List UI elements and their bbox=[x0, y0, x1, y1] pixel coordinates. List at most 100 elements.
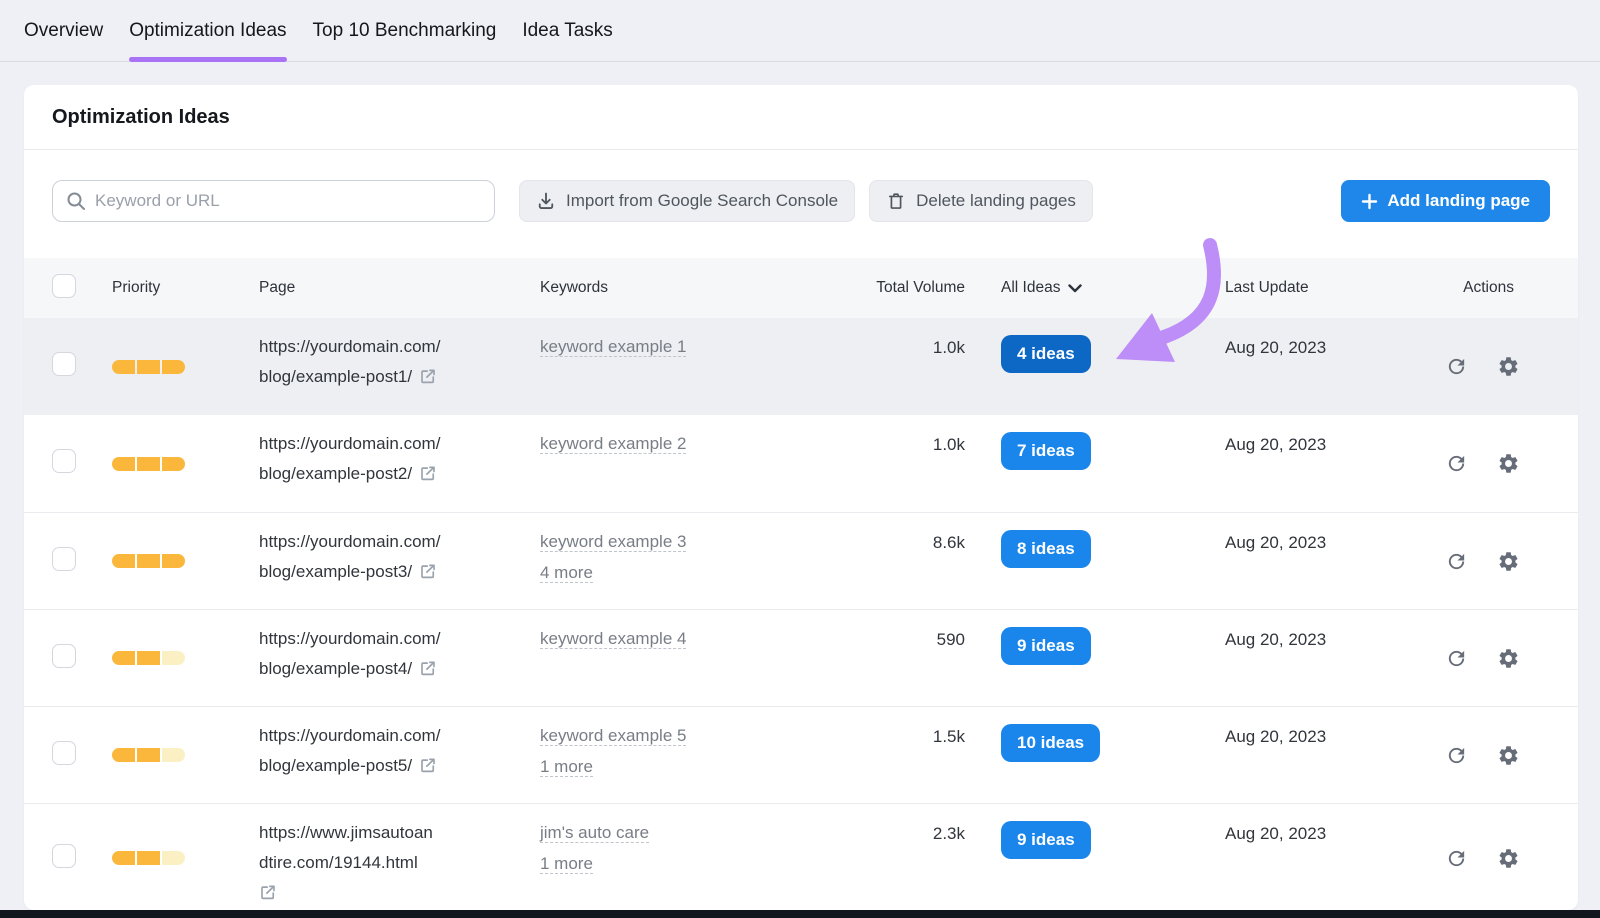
import-gsc-button[interactable]: Import from Google Search Console bbox=[519, 180, 855, 222]
ideas-button[interactable]: 9 ideas bbox=[1001, 821, 1091, 859]
more-keywords-link[interactable]: 4 more bbox=[540, 563, 593, 583]
tab-top10-benchmarking[interactable]: Top 10 Benchmarking bbox=[313, 0, 497, 61]
row-checkbox[interactable] bbox=[52, 449, 76, 473]
trash-icon bbox=[886, 191, 906, 211]
search-box bbox=[52, 180, 495, 222]
table-row: https://www.jimsautoan dtire.com/19144.h… bbox=[24, 803, 1578, 910]
keyword-link[interactable]: keyword example 4 bbox=[540, 629, 686, 649]
settings-button[interactable] bbox=[1497, 452, 1520, 475]
refresh-button[interactable] bbox=[1445, 355, 1468, 378]
priority-segment bbox=[137, 851, 160, 865]
row-checkbox[interactable] bbox=[52, 741, 76, 765]
last-update: Aug 20, 2023 bbox=[1225, 318, 1410, 358]
refresh-button[interactable] bbox=[1445, 744, 1468, 767]
ideas-button[interactable]: 4 ideas bbox=[1001, 335, 1091, 373]
last-update: Aug 20, 2023 bbox=[1225, 415, 1410, 455]
keyword-link[interactable]: jim's auto care bbox=[540, 823, 649, 843]
tab-overview[interactable]: Overview bbox=[24, 0, 103, 61]
last-update: Aug 20, 2023 bbox=[1225, 707, 1410, 747]
external-link-icon[interactable] bbox=[419, 756, 437, 774]
refresh-button[interactable] bbox=[1445, 647, 1468, 670]
keywords-cell: keyword example 5 1 more bbox=[540, 707, 790, 783]
refresh-icon bbox=[1445, 847, 1468, 870]
total-volume: 1.0k bbox=[790, 415, 965, 455]
ideas-button[interactable]: 8 ideas bbox=[1001, 530, 1091, 568]
add-landing-page-label: Add landing page bbox=[1387, 191, 1530, 211]
delete-landing-pages-button[interactable]: Delete landing pages bbox=[869, 180, 1093, 222]
keyword-link[interactable]: keyword example 5 bbox=[540, 726, 686, 746]
delete-landing-pages-label: Delete landing pages bbox=[916, 191, 1076, 211]
external-link-icon[interactable] bbox=[419, 464, 437, 482]
download-icon bbox=[536, 191, 556, 211]
more-keywords-link[interactable]: 1 more bbox=[540, 854, 593, 874]
priority-segment bbox=[112, 554, 135, 568]
tab-bar: Overview Optimization Ideas Top 10 Bench… bbox=[0, 0, 1600, 62]
keywords-cell: keyword example 1 bbox=[540, 318, 790, 363]
tab-idea-tasks[interactable]: Idea Tasks bbox=[522, 0, 612, 61]
priority-segment bbox=[112, 851, 135, 865]
refresh-button[interactable] bbox=[1445, 847, 1468, 870]
settings-button[interactable] bbox=[1497, 647, 1520, 670]
priority-segment bbox=[112, 360, 135, 374]
refresh-icon bbox=[1445, 452, 1468, 475]
ideas-button[interactable]: 9 ideas bbox=[1001, 627, 1091, 665]
optimization-ideas-card: Optimization Ideas Import from Google Se… bbox=[24, 85, 1578, 910]
import-gsc-label: Import from Google Search Console bbox=[566, 191, 838, 211]
priority-bar bbox=[112, 360, 259, 374]
settings-button[interactable] bbox=[1497, 744, 1520, 767]
priority-segment bbox=[162, 748, 185, 762]
priority-segment bbox=[137, 651, 160, 665]
external-link-icon[interactable] bbox=[419, 562, 437, 580]
col-header-keywords: Keywords bbox=[540, 279, 790, 297]
last-update: Aug 20, 2023 bbox=[1225, 804, 1410, 844]
table-row: https://yourdomain.com/ blog/example-pos… bbox=[24, 609, 1578, 706]
col-header-last-update: Last Update bbox=[1225, 279, 1410, 297]
priority-bar bbox=[112, 851, 259, 865]
gear-icon bbox=[1497, 550, 1520, 573]
keywords-cell: keyword example 4 bbox=[540, 610, 790, 655]
row-checkbox[interactable] bbox=[52, 547, 76, 571]
table-header: Priority Page Keywords Total Volume All … bbox=[24, 258, 1578, 318]
row-checkbox[interactable] bbox=[52, 352, 76, 376]
add-landing-page-button[interactable]: Add landing page bbox=[1341, 180, 1550, 222]
keyword-link[interactable]: keyword example 1 bbox=[540, 337, 686, 357]
refresh-icon bbox=[1445, 647, 1468, 670]
refresh-button[interactable] bbox=[1445, 550, 1468, 573]
col-header-all-ideas[interactable]: All Ideas bbox=[965, 279, 1225, 297]
external-link-icon[interactable] bbox=[419, 367, 437, 385]
settings-button[interactable] bbox=[1497, 847, 1520, 870]
plus-icon bbox=[1361, 193, 1378, 210]
tab-optimization-ideas[interactable]: Optimization Ideas bbox=[129, 0, 286, 61]
priority-segment bbox=[162, 651, 185, 665]
table-row: https://yourdomain.com/ blog/example-pos… bbox=[24, 512, 1578, 609]
table-row: https://yourdomain.com/ blog/example-pos… bbox=[24, 415, 1578, 512]
keyword-link[interactable]: keyword example 3 bbox=[540, 532, 686, 552]
external-link-icon[interactable] bbox=[419, 659, 437, 677]
priority-bar bbox=[112, 554, 259, 568]
settings-button[interactable] bbox=[1497, 550, 1520, 573]
priority-segment bbox=[112, 457, 135, 471]
priority-segment bbox=[137, 457, 160, 471]
refresh-button[interactable] bbox=[1445, 452, 1468, 475]
refresh-icon bbox=[1445, 550, 1468, 573]
priority-segment bbox=[137, 360, 160, 374]
keyword-link[interactable]: keyword example 2 bbox=[540, 434, 686, 454]
col-header-actions: Actions bbox=[1410, 279, 1578, 297]
priority-segment bbox=[162, 457, 185, 471]
screenshot-bottom-edge bbox=[0, 910, 1600, 918]
toolbar: Import from Google Search Console Delete… bbox=[52, 180, 1550, 222]
table-row: https://yourdomain.com/ blog/example-pos… bbox=[24, 318, 1578, 415]
total-volume: 8.6k bbox=[790, 513, 965, 553]
table-body: https://yourdomain.com/ blog/example-pos… bbox=[24, 318, 1578, 910]
select-all-checkbox[interactable] bbox=[52, 274, 76, 298]
row-checkbox[interactable] bbox=[52, 644, 76, 668]
settings-button[interactable] bbox=[1497, 355, 1520, 378]
more-keywords-link[interactable]: 1 more bbox=[540, 757, 593, 777]
search-input[interactable] bbox=[95, 191, 481, 211]
total-volume: 590 bbox=[790, 610, 965, 650]
external-link-icon[interactable] bbox=[259, 883, 277, 901]
ideas-button[interactable]: 7 ideas bbox=[1001, 432, 1091, 470]
ideas-button[interactable]: 10 ideas bbox=[1001, 724, 1100, 762]
col-header-total-volume: Total Volume bbox=[790, 279, 965, 297]
row-checkbox[interactable] bbox=[52, 844, 76, 868]
